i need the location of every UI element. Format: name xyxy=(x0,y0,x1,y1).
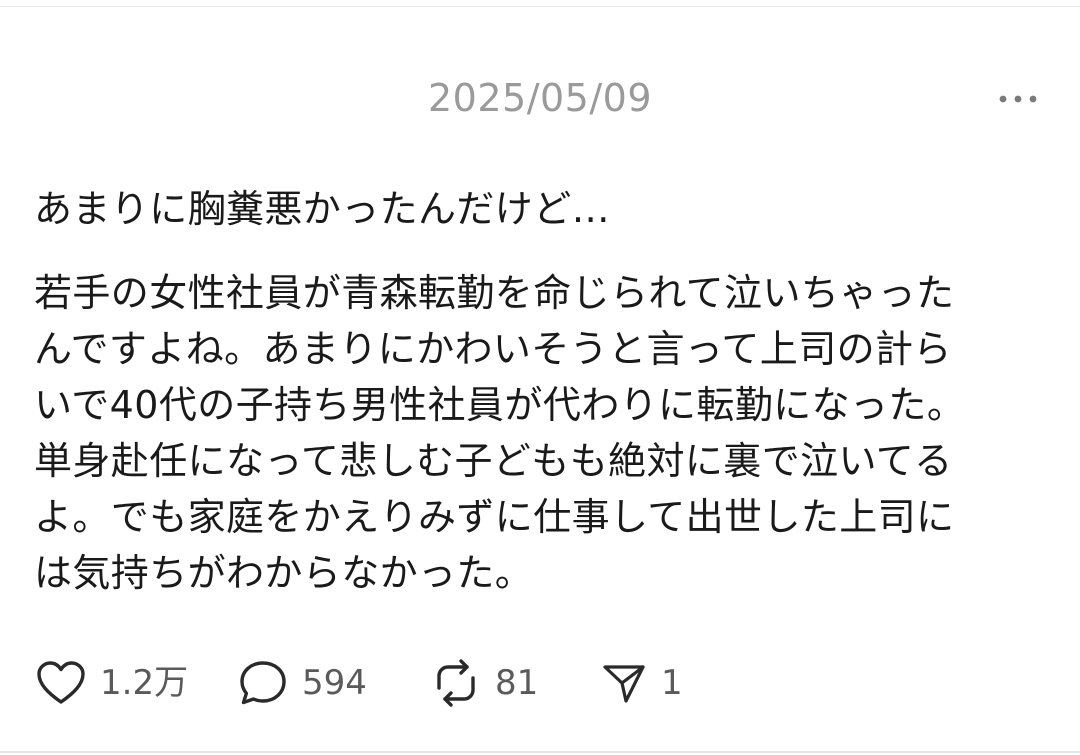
heart-icon xyxy=(37,661,85,704)
reply-count: 594 xyxy=(302,663,367,703)
more-horizontal-icon xyxy=(999,95,1037,103)
post-body-line-4: 単身赴任になって悲しむ子どもも絶対に裏で泣いてる xyxy=(34,439,953,483)
share-count: 1 xyxy=(661,663,683,703)
like-button[interactable]: 1.2万 xyxy=(36,660,238,706)
share-button[interactable]: 1 xyxy=(601,661,683,705)
post-body-line-2: んですよね。あまりにかわいそうと言って上司の計ら xyxy=(34,327,952,371)
post-title: あまりに胸糞悪かったんだけど… xyxy=(34,187,611,231)
post-date: 2025/05/09 xyxy=(427,76,653,120)
repost-count: 81 xyxy=(495,663,539,703)
like-count: 1.2万 xyxy=(100,663,189,703)
bottom-divider xyxy=(0,751,1080,753)
repost-button[interactable]: 81 xyxy=(431,658,601,708)
post-content: あまりに胸糞悪かったんだけど… 若手の女性社員が青森転勤を命じられて泣いちゃった… xyxy=(34,181,1044,601)
repost-icon xyxy=(437,659,475,707)
more-options-button[interactable] xyxy=(990,82,1046,116)
post-body-line-1: 若手の女性社員が青森転勤を命じられて泣いちゃった xyxy=(34,271,955,315)
post-body-line-6: は気持ちがわからなかった。 xyxy=(34,551,534,595)
post-body-line-5: よ。でも家庭をかえりみずに仕事して出世した上司に xyxy=(34,495,955,539)
action-bar: 1.2万 594 81 1 xyxy=(36,650,683,716)
post-body-line-3: いで40代の子持ち男性社員が代わりに転勤になった。 xyxy=(34,383,966,427)
send-icon xyxy=(603,665,645,703)
reply-button[interactable]: 594 xyxy=(238,659,431,707)
speech-bubble-icon xyxy=(240,661,286,705)
top-divider xyxy=(0,6,1080,7)
